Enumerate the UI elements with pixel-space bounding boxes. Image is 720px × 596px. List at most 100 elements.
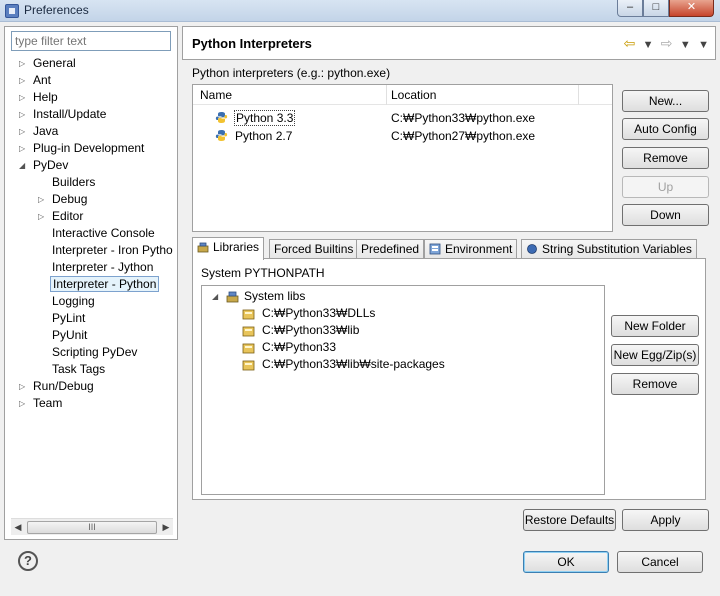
expand-arrow-icon[interactable]: ▷: [19, 76, 28, 85]
tree-item-task-tags[interactable]: Task Tags: [52, 361, 105, 378]
window-title: Preferences: [24, 3, 89, 17]
move-down-button[interactable]: Down: [622, 204, 709, 226]
history-nav: ⇦ ▼ ⇨ ▼ ▼: [619, 35, 709, 51]
interpreter-location: C:₩Python33₩python.exe: [391, 111, 536, 125]
tree-item-logging[interactable]: Logging: [52, 293, 95, 310]
lib-path-label: C:₩Python33₩lib: [262, 323, 360, 337]
tab-string-substitution[interactable]: String Substitution Variables: [521, 239, 697, 259]
maximize-button[interactable]: □: [643, 0, 669, 17]
back-menu-chevron-icon[interactable]: ▼: [643, 39, 654, 51]
tree-item-plugin-development[interactable]: ▷ Plug-in Development: [19, 140, 144, 157]
expand-arrow-icon[interactable]: ▷: [38, 195, 47, 204]
interpreters-table[interactable]: Name Location Python 3.3 C:₩Python33₩pyt…: [192, 84, 613, 232]
collapse-arrow-icon[interactable]: ◢: [19, 161, 28, 170]
tree-item-label: Run/Debug: [33, 379, 94, 393]
remove-library-button[interactable]: Remove: [611, 373, 699, 395]
auto-config-button[interactable]: Auto Config: [622, 118, 709, 140]
collapse-arrow-icon[interactable]: ◢: [212, 288, 218, 305]
tree-item-label: Help: [33, 90, 58, 104]
back-arrow-icon[interactable]: ⇦: [623, 35, 635, 52]
expand-arrow-icon[interactable]: ▷: [19, 59, 28, 68]
column-header-location[interactable]: Location: [391, 88, 436, 102]
column-divider[interactable]: [578, 85, 579, 105]
new-folder-button[interactable]: New Folder: [611, 315, 699, 337]
horizontal-scrollbar[interactable]: ◀ III ▶: [11, 518, 173, 535]
expand-arrow-icon[interactable]: ▷: [19, 382, 28, 391]
tree-item-label: Interpreter - Python: [50, 276, 160, 292]
libraries-tree[interactable]: ◢ System libs C:₩Python33₩DLLs C:₩Python…: [201, 285, 605, 495]
tree-item-scripting-pydev[interactable]: Scripting PyDev: [52, 344, 137, 361]
tree-item-label: Editor: [52, 209, 84, 223]
filter-input[interactable]: [11, 31, 171, 51]
tree-item-general[interactable]: ▷ General: [19, 55, 76, 72]
minimize-button[interactable]: –: [617, 0, 643, 17]
folder-jar-icon: [242, 309, 255, 320]
help-icon[interactable]: ?: [18, 551, 38, 571]
tree-item-editor[interactable]: ▷ Editor: [38, 208, 83, 225]
tree-item-java[interactable]: ▷ Java: [19, 123, 58, 140]
expand-arrow-icon[interactable]: ▷: [38, 212, 47, 221]
tree-item-label: Team: [33, 396, 63, 410]
tree-item-install-update[interactable]: ▷ Install/Update: [19, 106, 106, 123]
python-icon: [215, 130, 228, 141]
tab-forced-builtins[interactable]: Forced Builtins: [269, 239, 359, 259]
column-divider[interactable]: [386, 85, 387, 105]
scroll-left-icon[interactable]: ◀: [12, 521, 24, 534]
close-button[interactable]: ✕: [669, 0, 714, 17]
tree-item-label: Ant: [33, 73, 52, 87]
title-bar: Preferences – □ ✕: [0, 0, 720, 22]
tab-label: Environment: [445, 242, 513, 256]
tree-item-interpreter-ironpython[interactable]: Interpreter - Iron Pytho: [52, 242, 173, 259]
new-interpreter-button[interactable]: New...: [622, 90, 709, 112]
column-header-name[interactable]: Name: [200, 88, 232, 102]
scroll-thumb[interactable]: III: [27, 521, 157, 534]
tree-item-run-debug[interactable]: ▷ Run/Debug: [19, 378, 94, 395]
forward-arrow-icon[interactable]: ⇨: [661, 35, 673, 52]
tree-item-pylint[interactable]: PyLint: [52, 310, 85, 327]
lib-root-label: System libs: [244, 289, 306, 303]
view-menu-chevron-icon[interactable]: ▼: [698, 39, 709, 51]
tree-item-label: Scripting PyDev: [52, 345, 138, 359]
expand-arrow-icon[interactable]: ▷: [19, 399, 28, 408]
table-row[interactable]: Python 3.3 C:₩Python33₩python.exe: [193, 109, 612, 127]
tree-item-interactive-console[interactable]: Interactive Console: [52, 225, 155, 242]
interpreter-location: C:₩Python27₩python.exe: [391, 129, 536, 143]
pythonpath-label: System PYTHONPATH: [201, 266, 325, 280]
interpreter-tabs: Libraries Forced Builtins Predefined Env…: [192, 237, 706, 260]
move-up-button[interactable]: Up: [622, 176, 709, 198]
lib-path-label: C:₩Python33: [262, 340, 337, 354]
scroll-right-icon[interactable]: ▶: [160, 521, 172, 534]
tab-libraries[interactable]: Libraries: [192, 237, 265, 260]
table-row[interactable]: Python 2.7 C:₩Python27₩python.exe: [193, 127, 612, 145]
tree-item-ant[interactable]: ▷ Ant: [19, 72, 51, 89]
interpreter-name: Python 2.7: [235, 129, 293, 143]
expand-arrow-icon[interactable]: ▷: [19, 110, 28, 119]
tree-item-builders[interactable]: Builders: [52, 174, 95, 191]
tree-item-label: PyLint: [52, 311, 86, 325]
restore-defaults-button[interactable]: Restore Defaults: [523, 509, 616, 531]
tree-item-team[interactable]: ▷ Team: [19, 395, 62, 412]
apply-button[interactable]: Apply: [622, 509, 709, 531]
tree-item-interpreter-python[interactable]: Interpreter - Python: [50, 276, 160, 293]
tree-item-label: Interpreter - Jython: [52, 260, 154, 274]
tree-item-label: PyDev: [33, 158, 69, 172]
expand-arrow-icon[interactable]: ▷: [19, 93, 28, 102]
tree-item-debug[interactable]: ▷ Debug: [38, 191, 87, 208]
tree-item-label: Install/Update: [33, 107, 107, 121]
new-egg-zip-button[interactable]: New Egg/Zip(s): [611, 344, 699, 366]
tree-item-label: Builders: [52, 175, 96, 189]
tree-item-interpreter-jython[interactable]: Interpreter - Jython: [52, 259, 153, 276]
ok-button[interactable]: OK: [523, 551, 609, 573]
forward-menu-chevron-icon[interactable]: ▼: [680, 39, 691, 51]
tree-item-help[interactable]: ▷ Help: [19, 89, 58, 106]
tree-item-pyunit[interactable]: PyUnit: [52, 327, 87, 344]
tab-environment[interactable]: Environment: [424, 239, 518, 259]
preference-tree-panel: ▷ General ▷ Ant ▷ Help ▷ Install/Update …: [4, 26, 178, 540]
tree-item-pydev[interactable]: ◢ PyDev: [19, 157, 68, 174]
tab-predefined[interactable]: Predefined: [356, 239, 425, 259]
cancel-button[interactable]: Cancel: [617, 551, 703, 573]
tab-label: Predefined: [361, 242, 420, 256]
expand-arrow-icon[interactable]: ▷: [19, 144, 28, 153]
remove-interpreter-button[interactable]: Remove: [622, 147, 709, 169]
expand-arrow-icon[interactable]: ▷: [19, 127, 28, 136]
